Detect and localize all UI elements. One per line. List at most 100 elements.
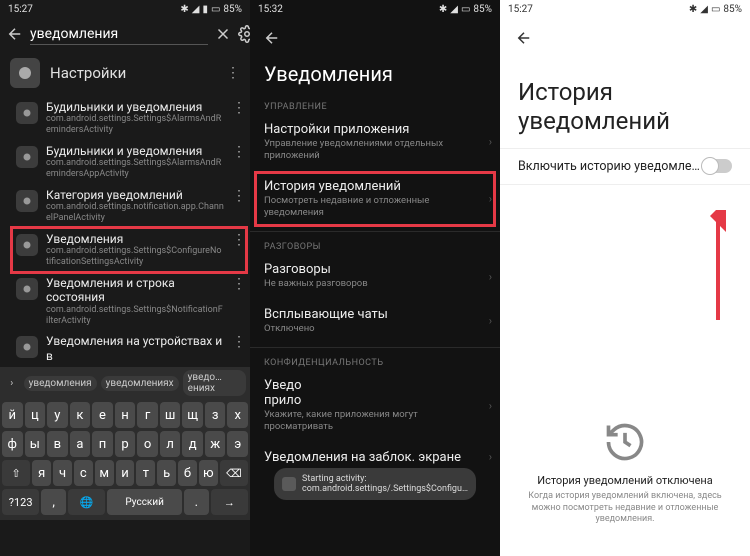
keyboard-key[interactable]: щ [182,402,203,428]
more-icon[interactable]: ⋮ [232,100,244,116]
search-result-item[interactable]: Категория уведомлений com.android.settin… [6,184,250,228]
keyboard-key[interactable]: э [227,431,248,457]
status-icons: ✱ ◢ ▭ 85% [689,4,742,15]
more-icon[interactable]: ⋮ [226,65,240,81]
search-result-item[interactable]: Уведомления com.android.settings.Setting… [6,228,250,272]
keyboard-key[interactable]: д [182,431,203,457]
chevron-right-icon: › [489,270,492,283]
keyboard-key[interactable]: 🌐 [68,489,105,515]
keyboard-key[interactable]: ш [160,402,181,428]
back-icon[interactable] [6,22,24,46]
keyboard-key[interactable]: т [136,460,155,486]
keyboard-key[interactable]: я [32,460,51,486]
keyboard-key[interactable]: ?123 [2,489,39,515]
settings-item[interactable]: Уведоприло Укажите, какие приложения мог… [250,370,500,442]
keyboard-key[interactable]: ч [53,460,72,486]
item-title: Уведомления на заблок. экране [264,450,486,465]
keyboard-key[interactable]: л [160,431,181,457]
search-result-item[interactable]: Будильники и уведомления com.android.set… [6,140,250,184]
clear-icon[interactable] [214,22,232,46]
bluetooth-icon: ✱ [180,4,188,15]
keyboard-key[interactable]: о [137,431,158,457]
toast: Starting activity: com.android.settings/… [274,468,476,500]
item-title: Настройки приложения [264,122,486,137]
keyboard-key[interactable]: п [92,431,113,457]
panel-notification-history: 15:27 ✱ ◢ ▭ 85% История уведомлений Вклю… [500,0,750,556]
more-icon[interactable]: ⋮ [232,276,244,292]
gear-icon[interactable] [238,22,250,46]
keyboard-key[interactable]: з [205,402,226,428]
keyboard-key[interactable]: е [92,402,113,428]
item-subtitle: Не важных разговоров [264,278,486,290]
more-icon[interactable]: ⋮ [232,232,244,248]
search-result-item[interactable]: Уведомления и строка состояния com.andro… [6,272,250,330]
back-icon[interactable] [260,26,284,50]
keyboard-key[interactable]: х [227,402,248,428]
search-bar [0,18,250,50]
keyboard-key[interactable]: в [47,431,68,457]
item-subtitle: Укажите, какие приложения могут просматр… [264,409,486,434]
search-input[interactable] [30,24,208,45]
keyboard-key[interactable]: у [47,402,68,428]
more-icon[interactable]: ⋮ [232,334,244,350]
keyboard-key[interactable]: , [41,489,66,515]
suggestion-chip[interactable]: уведомления [24,376,97,391]
search-result-item[interactable]: Уведомления на устройствах и в ⋮ [6,330,250,367]
toggle-row[interactable]: Включить историю уведомле… [500,148,750,185]
chevron-right-icon: › [489,193,492,206]
keyboard-key[interactable]: ⇧ [2,460,30,486]
toggle-label: Включить историю уведомле… [518,159,700,174]
keyboard-key[interactable]: а [70,431,91,457]
suggestion-chip[interactable]: уведо…ениях [183,370,246,396]
section-header: УПРАВЛЕНИЕ [250,96,500,114]
keyboard-key[interactable]: й [2,402,23,428]
keyboard: йцукенгшщзх фывапролджэ ⇧ячсмитьбю⌫ ?123,🌐Р… [0,399,250,520]
keyboard-key[interactable]: с [74,460,93,486]
history-icon [603,420,647,464]
keyboard-key[interactable]: б [178,460,197,486]
toggle-switch[interactable] [702,159,732,173]
item-subtitle: Управление уведомлениями отдельных прило… [264,138,486,163]
settings-icon [16,146,38,168]
keyboard-key[interactable]: и [116,460,135,486]
chevron-right-icon: › [489,399,492,412]
toast-app-icon [282,477,296,491]
settings-item[interactable]: Всплывающие чаты Отключено › [250,299,500,343]
item-subtitle: Посмотреть недавние и отложенные уведомл… [264,195,486,220]
status-bar: 15:32 ✱ ◢ ▭ 85% [250,0,500,18]
search-result-item[interactable]: Будильники и уведомления com.android.set… [6,96,250,140]
keyboard-key[interactable]: ⌫ [220,460,248,486]
keyboard-key[interactable]: н [115,402,136,428]
settings-item[interactable]: Настройки приложения Управление уведомле… [250,114,500,171]
back-icon[interactable] [512,26,536,50]
empty-subtitle: Когда история уведомлений включена, здес… [520,491,730,526]
keyboard-suggestions: › уведомления уведомлениях уведо…ениях [0,367,250,399]
settings-icon [16,234,38,256]
status-bar: 15:27 ✱ ◢ ▭ 85% [500,0,750,18]
chevron-right-icon[interactable]: › [4,378,20,389]
status-bar: 15:27 ✱ ◢ ▮ ▭ 85% [0,0,250,18]
keyboard-key[interactable]: г [137,402,158,428]
header [500,18,750,58]
result-subtitle: com.android.settings.Settings$AlarmsAndR… [46,158,224,180]
settings-item[interactable]: История уведомлений Посмотреть недавние … [250,171,500,228]
result-subtitle: com.android.settings.Settings$AlarmsAndR… [46,114,224,136]
keyboard-key[interactable]: Русский [107,489,182,515]
keyboard-key[interactable]: ы [25,431,46,457]
battery-icon: ▭ [211,4,220,15]
settings-item[interactable]: Разговоры Не важных разговоров › [250,254,500,298]
keyboard-key[interactable]: ф [2,431,23,457]
status-time: 15:27 [8,4,33,15]
keyboard-key[interactable]: . [184,489,209,515]
keyboard-key[interactable]: р [115,431,136,457]
keyboard-key[interactable]: ю [199,460,218,486]
keyboard-key[interactable]: ь [157,460,176,486]
more-icon[interactable]: ⋮ [232,188,244,204]
suggestion-chip[interactable]: уведомлениях [101,376,179,391]
keyboard-key[interactable]: ц [25,402,46,428]
keyboard-key[interactable]: → [211,489,248,515]
keyboard-key[interactable]: к [70,402,91,428]
more-icon[interactable]: ⋮ [232,144,244,160]
keyboard-key[interactable]: м [95,460,114,486]
keyboard-key[interactable]: ж [205,431,226,457]
